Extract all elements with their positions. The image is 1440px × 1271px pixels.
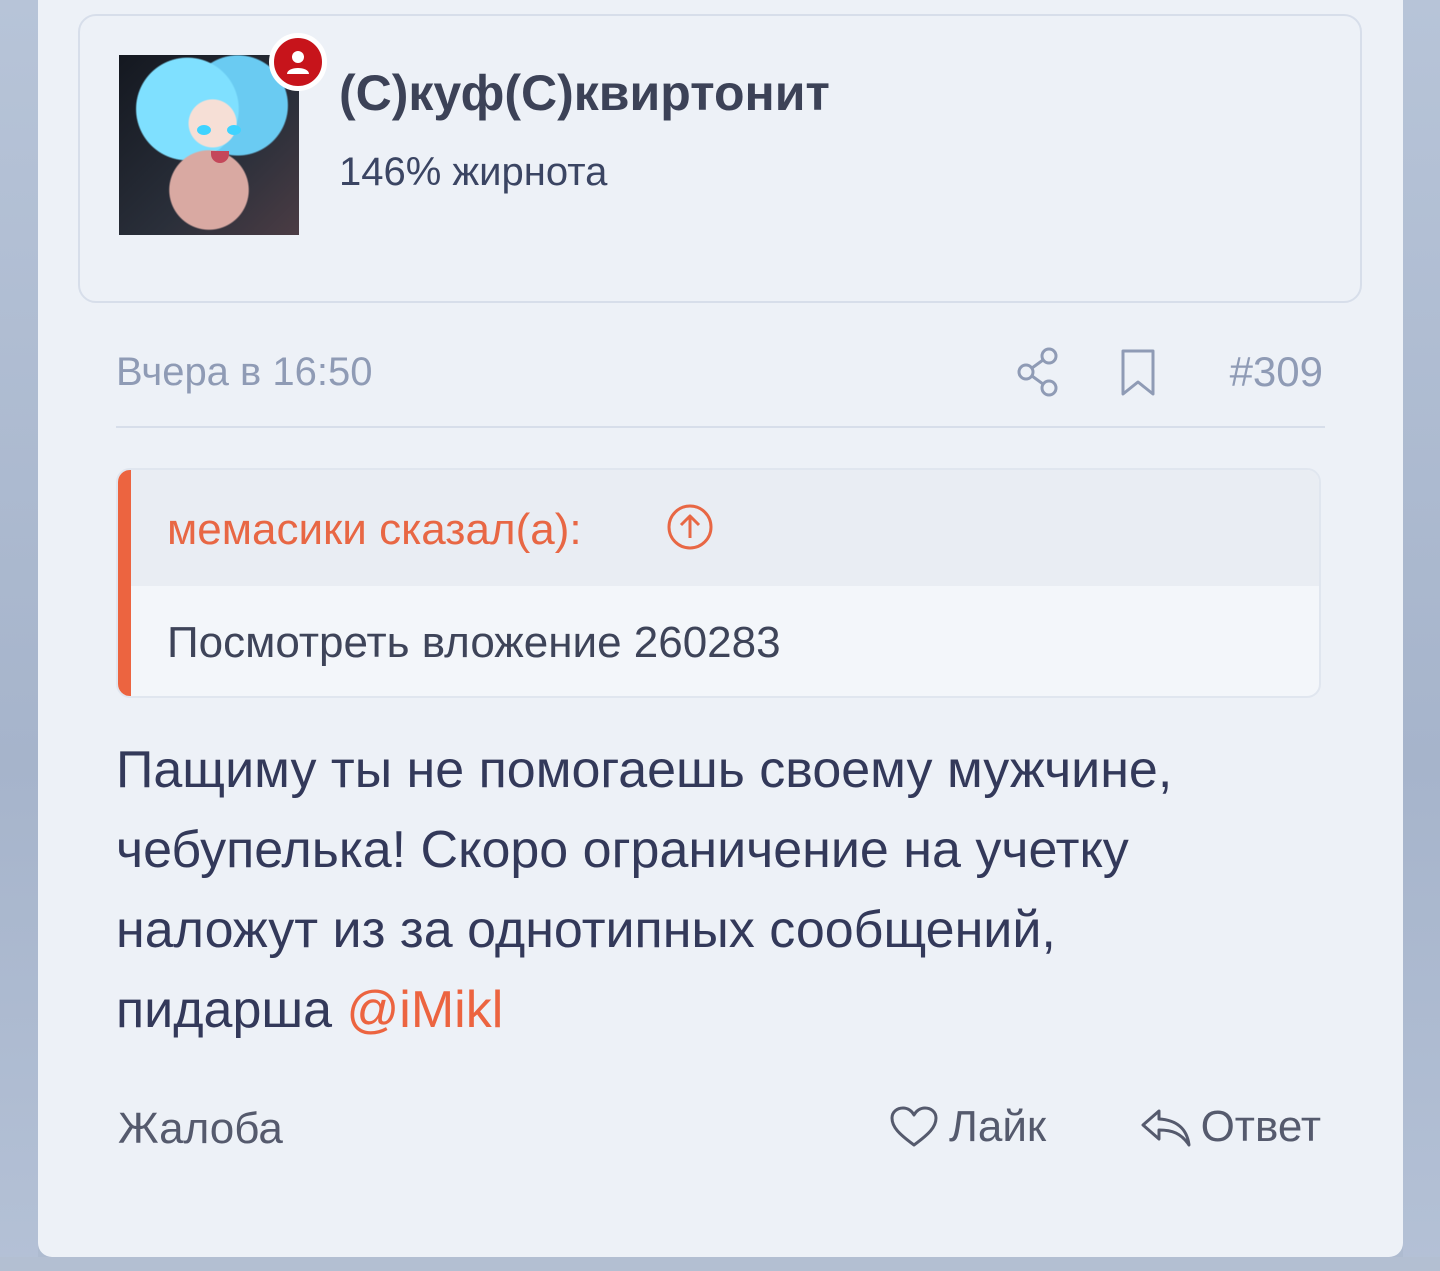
quote-block: мемасики сказал(а): Посмотреть вложение … [116, 468, 1321, 698]
post-body-line: пидарша @iMikl [116, 970, 1336, 1050]
reply-icon [1139, 1105, 1193, 1149]
post-actions: Жалоба Лайк Ответ [116, 1100, 1321, 1160]
background-bottom [0, 1257, 1440, 1271]
reply-label: Ответ [1200, 1102, 1321, 1151]
share-icon[interactable] [1016, 346, 1062, 398]
bookmark-icon[interactable] [1118, 348, 1158, 398]
post-body-line: чебупелька! Скоро ограничение на учетку [116, 821, 1129, 879]
reply-button[interactable]: Ответ [1139, 1102, 1321, 1152]
quote-accent-bar [118, 470, 131, 696]
post-timestamp[interactable]: Вчера в 16:50 [116, 350, 373, 395]
post-meta: Вчера в 16:50 #309 [116, 340, 1323, 410]
user-card: (С)куф(С)квиртонит 146% жирнота [78, 14, 1362, 303]
user-title: 146% жирнота [339, 150, 608, 194]
quote-attachment-link[interactable]: Посмотреть вложение 260283 [167, 618, 781, 668]
jump-to-quote-icon[interactable] [666, 503, 714, 551]
username[interactable]: (С)куф(С)квиртонит [339, 64, 830, 122]
background-left [0, 0, 38, 1271]
avatar-eye-left [197, 125, 211, 135]
user-mention-link[interactable]: @iMikl [346, 981, 503, 1039]
report-button[interactable]: Жалоба [118, 1104, 283, 1154]
avatar-eye-right [227, 125, 241, 135]
post-panel: (С)куф(С)квиртонит 146% жирнота Вчера в … [38, 0, 1403, 1257]
heart-icon [889, 1105, 939, 1149]
post-body-text: пидарша [116, 981, 347, 1039]
post-body: Пащиму ты не помогаешь своему мужчине, ч… [116, 730, 1336, 1050]
quote-header: мемасики сказал(а): [131, 470, 1319, 586]
like-label: Лайк [949, 1102, 1047, 1151]
avatar-mouth [211, 151, 229, 163]
post-number-link[interactable]: #309 [1230, 348, 1323, 396]
divider [116, 426, 1325, 428]
avatar[interactable] [119, 55, 299, 235]
user-status-icon [269, 33, 327, 91]
quote-author[interactable]: мемасики сказал(а): [167, 505, 582, 555]
post-body-line: наложут из за однотипных сообщений, [116, 901, 1056, 959]
background-right [1403, 0, 1440, 1271]
post-body-line: Пащиму ты не помогаешь своему мужчине, [116, 741, 1173, 799]
like-button[interactable]: Лайк [889, 1102, 1046, 1152]
